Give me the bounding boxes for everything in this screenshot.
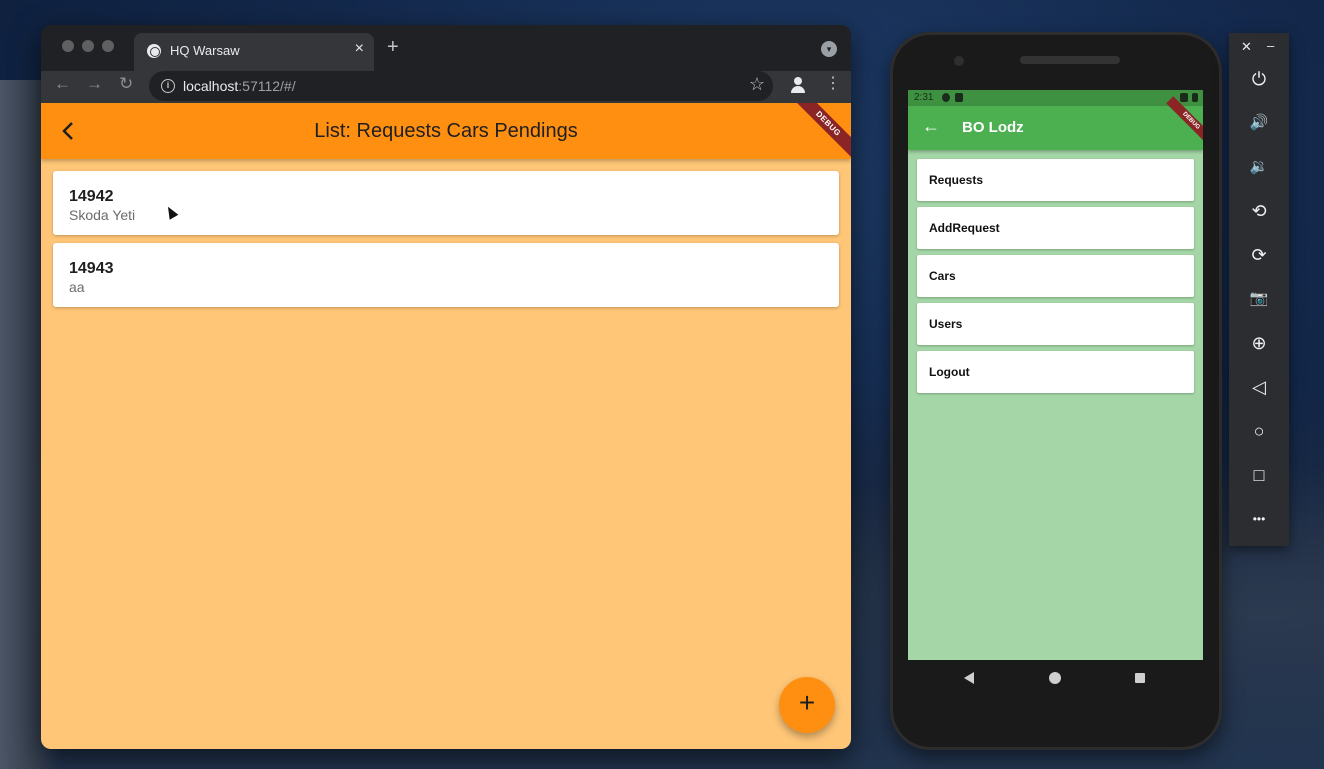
- window-minimize-button[interactable]: [82, 40, 94, 52]
- web-app-viewport: List: Requests Cars Pendings DEBUG 14942…: [41, 103, 851, 749]
- status-bar: 2:31: [908, 90, 1203, 106]
- emulator-minimize-icon[interactable]: –: [1267, 38, 1274, 53]
- app-bar: List: Requests Cars Pendings DEBUG: [41, 103, 851, 161]
- tab-search-icon[interactable]: ▾: [821, 41, 837, 57]
- url-path: :57112/#/: [238, 78, 296, 94]
- tab-close-icon[interactable]: ×: [355, 41, 364, 57]
- phone-app-bar: ← BO Lodz DEBUG: [908, 96, 1203, 150]
- list-item-subtitle: Skoda Yeti: [69, 207, 136, 223]
- emulator-toolbar: ✕ – ⏻ 🔊 🔉 ⟲ ⟳ 📷 ⊕ ◁ ○ □ •••: [1229, 33, 1289, 546]
- tab-title: HQ Warsaw: [170, 43, 240, 58]
- volume-down-icon[interactable]: 🔉: [1247, 155, 1271, 179]
- power-icon[interactable]: ⏻: [1247, 67, 1271, 91]
- android-emulator-phone: 2:31 ← BO Lodz DEBUG Requests AddRequest…: [890, 32, 1222, 750]
- add-button[interactable]: +: [779, 677, 835, 733]
- sim-icon: [955, 93, 963, 102]
- back-arrow-icon[interactable]: ←: [922, 117, 940, 135]
- browser-menu-icon[interactable]: ⋮: [825, 76, 841, 92]
- window-zoom-button[interactable]: [102, 40, 114, 52]
- menu-item-label: Users: [929, 317, 963, 331]
- menu-item-users[interactable]: Users: [917, 303, 1194, 345]
- menu-item-label: Logout: [929, 365, 970, 379]
- list-item-subtitle: aa: [69, 279, 85, 295]
- browser-window: HQ Warsaw × + ▾ ← → ↻ i localhost:57112/…: [41, 25, 851, 749]
- window-close-button[interactable]: [62, 40, 74, 52]
- reload-icon[interactable]: ↻: [119, 75, 133, 92]
- menu-item-label: AddRequest: [929, 221, 1000, 235]
- new-tab-button[interactable]: +: [387, 37, 399, 57]
- notification-icon: [942, 93, 950, 102]
- address-bar[interactable]: i localhost:57112/#/ ☆: [149, 71, 773, 101]
- menu-item-label: Cars: [929, 269, 956, 283]
- home-icon[interactable]: ○: [1247, 419, 1271, 443]
- earpiece-speaker: [1020, 56, 1120, 64]
- overview-icon[interactable]: □: [1247, 463, 1271, 487]
- forward-arrow-icon[interactable]: →: [86, 75, 103, 92]
- list-item-id: 14942: [69, 188, 114, 205]
- front-camera: [954, 56, 964, 66]
- site-info-icon[interactable]: i: [161, 79, 175, 93]
- url-text: localhost:57112/#/: [183, 78, 296, 94]
- camera-icon[interactable]: 📷: [1247, 287, 1271, 311]
- list-item-id: 14943: [69, 260, 114, 277]
- android-nav-bar: [908, 660, 1203, 696]
- list-item[interactable]: 14942 Skoda Yeti: [53, 171, 839, 235]
- volume-up-icon[interactable]: 🔊: [1247, 111, 1271, 135]
- rotate-left-icon[interactable]: ⟲: [1247, 199, 1271, 223]
- nav-back-icon[interactable]: [964, 672, 974, 684]
- emulator-close-icon[interactable]: ✕: [1241, 39, 1252, 55]
- status-time: 2:31: [914, 92, 934, 103]
- plus-icon: +: [798, 687, 816, 718]
- browser-toolbar: ← → ↻ i localhost:57112/#/ ☆ ⋮: [41, 71, 851, 103]
- list-item[interactable]: 14943 aa: [53, 243, 839, 307]
- url-host: localhost: [183, 78, 239, 94]
- zoom-icon[interactable]: ⊕: [1247, 331, 1271, 355]
- bookmark-star-icon[interactable]: ☆: [749, 75, 765, 93]
- browser-tab[interactable]: HQ Warsaw ×: [134, 33, 374, 71]
- nav-recents-icon[interactable]: [1135, 673, 1145, 683]
- globe-icon: [147, 44, 161, 58]
- phone-page-title: BO Lodz: [962, 119, 1024, 136]
- nav-home-icon[interactable]: [1049, 672, 1061, 684]
- phone-screen: 2:31 ← BO Lodz DEBUG Requests AddRequest…: [908, 90, 1203, 660]
- menu-item-cars[interactable]: Cars: [917, 255, 1194, 297]
- profile-icon[interactable]: [789, 76, 807, 94]
- menu-item-requests[interactable]: Requests: [917, 159, 1194, 201]
- wifi-icon: [1180, 93, 1188, 102]
- page-title: List: Requests Cars Pendings: [314, 120, 578, 142]
- rotate-right-icon[interactable]: ⟳: [1247, 243, 1271, 267]
- menu-item-addrequest[interactable]: AddRequest: [917, 207, 1194, 249]
- menu-item-logout[interactable]: Logout: [917, 351, 1194, 393]
- battery-icon: [1192, 93, 1198, 102]
- back-icon[interactable]: ◁: [1247, 375, 1271, 399]
- back-arrow-icon[interactable]: ←: [54, 75, 71, 92]
- tab-strip: HQ Warsaw × + ▾: [41, 25, 851, 71]
- more-icon[interactable]: •••: [1247, 507, 1271, 531]
- menu-item-label: Requests: [929, 173, 984, 187]
